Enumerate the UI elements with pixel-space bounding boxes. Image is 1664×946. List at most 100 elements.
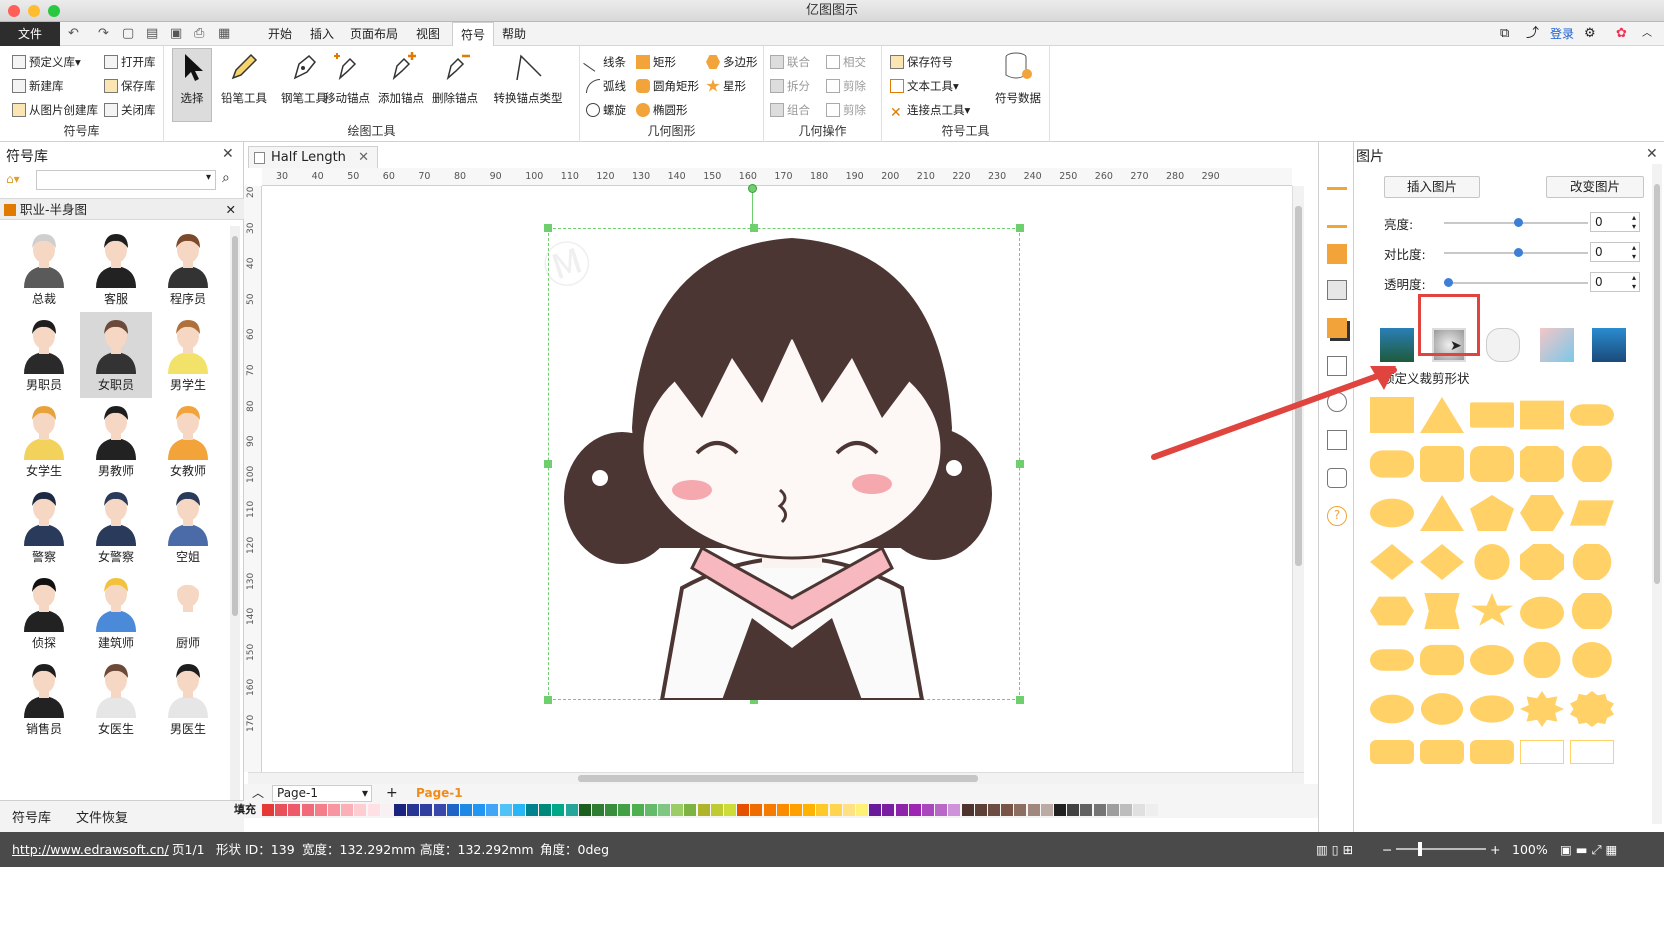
color-swatch[interactable] <box>1027 804 1040 816</box>
brightness-spinbox[interactable]: 0 ▴ ▾ <box>1590 212 1640 232</box>
color-swatch[interactable] <box>565 804 578 816</box>
save-icon[interactable]: ▣ <box>170 26 182 42</box>
polygon-shape-button[interactable]: 多边形 <box>706 52 758 72</box>
crop-shape-option[interactable] <box>1420 644 1464 676</box>
effect-washout-thumbnail[interactable] <box>1486 328 1520 362</box>
color-swatch[interactable] <box>737 804 750 816</box>
crop-shape-option[interactable] <box>1470 402 1514 428</box>
color-swatch[interactable] <box>948 804 961 816</box>
save-symbol-button[interactable]: 保存符号 <box>890 52 953 72</box>
color-swatch[interactable] <box>341 804 354 816</box>
theme-icon[interactable]: ✿ <box>1616 22 1627 46</box>
spin-arrows-icon[interactable]: ▴ ▾ <box>1632 243 1636 261</box>
color-swatch[interactable] <box>856 804 868 816</box>
color-swatch[interactable] <box>605 804 618 816</box>
color-swatch[interactable] <box>380 804 393 816</box>
delete-anchor-button[interactable]: 删除锚点 <box>424 50 486 106</box>
file-menu-button[interactable]: 文件 <box>0 22 60 46</box>
symbol-item[interactable]: 男教师 <box>80 398 152 484</box>
crop-shape-option[interactable] <box>1370 397 1414 433</box>
help-icon[interactable]: ? <box>1327 506 1347 526</box>
contrast-knob[interactable] <box>1514 248 1523 257</box>
view-mode-icon[interactable]: ▥ ▯ ⊞ <box>1316 832 1353 867</box>
canvas-vertical-scrollbar[interactable] <box>1292 186 1304 772</box>
panel-scrollbar[interactable] <box>1652 164 1662 824</box>
color-swatch[interactable] <box>526 804 538 816</box>
crop-shape-option[interactable] <box>1570 404 1614 426</box>
color-swatch[interactable] <box>1133 804 1146 816</box>
rounded-rectangle-shape-button[interactable]: 圆角矩形 <box>636 76 699 96</box>
crop-shape-option[interactable] <box>1520 740 1564 764</box>
crop-shape-option[interactable] <box>1570 740 1614 764</box>
trim-button[interactable]: 剪除 <box>826 100 866 120</box>
redo-icon[interactable]: ↷ <box>98 26 109 42</box>
color-swatch[interactable] <box>974 804 987 816</box>
close-tab-icon[interactable]: ✕ <box>358 147 369 169</box>
crop-shape-option[interactable] <box>1470 593 1514 626</box>
crop-shape-option[interactable] <box>1420 740 1464 764</box>
color-swatch[interactable] <box>433 804 446 816</box>
export-icon[interactable]: ▦ <box>218 26 230 42</box>
color-swatch[interactable] <box>644 804 657 816</box>
crop-shape-option[interactable] <box>1370 544 1414 580</box>
crop-shape-option[interactable] <box>1424 593 1460 629</box>
arc-shape-button[interactable]: 弧线 <box>586 76 626 96</box>
color-swatch[interactable] <box>512 804 525 816</box>
zoom-in-icon[interactable]: + <box>1490 832 1500 867</box>
crop-shape-option[interactable] <box>1571 593 1613 629</box>
color-swatch[interactable] <box>539 804 552 816</box>
drawing-canvas[interactable]: Ⓜ <box>262 184 1292 772</box>
crop-shape-option[interactable] <box>1520 544 1564 580</box>
symbol-item[interactable]: 女教师 <box>152 398 224 484</box>
move-anchor-button[interactable]: 移动锚点 <box>316 50 378 106</box>
color-swatch[interactable] <box>988 804 1000 816</box>
crop-shape-option[interactable] <box>1470 446 1514 482</box>
color-swatch[interactable] <box>1093 804 1106 816</box>
save-library-button[interactable]: 保存库 <box>104 76 156 96</box>
color-swatch[interactable] <box>420 804 433 816</box>
color-swatch[interactable] <box>473 804 486 816</box>
new-doc-icon[interactable]: ▢ <box>122 26 134 42</box>
color-swatch[interactable] <box>869 804 882 816</box>
color-swatch[interactable] <box>908 804 921 816</box>
menu-help[interactable]: 帮助 <box>494 22 534 46</box>
color-swatch[interactable] <box>895 804 908 816</box>
color-swatch[interactable] <box>684 804 697 816</box>
color-swatch[interactable] <box>935 804 948 816</box>
color-swatch[interactable] <box>354 804 367 816</box>
crop-shape-option[interactable] <box>1420 693 1464 725</box>
color-swatch[interactable] <box>1146 804 1159 816</box>
tab-symbol-library[interactable]: 符号库 <box>12 807 51 826</box>
crop-shape-option[interactable] <box>1370 596 1414 626</box>
color-swatch[interactable] <box>750 804 763 816</box>
add-anchor-button[interactable]: 添加锚点 <box>370 50 432 106</box>
color-swatch[interactable] <box>1054 804 1066 816</box>
zoom-window-button[interactable] <box>48 5 60 17</box>
crop-shape-option[interactable] <box>1420 495 1464 531</box>
crop-shape-option[interactable] <box>1370 740 1414 764</box>
color-swatch[interactable] <box>446 804 459 816</box>
connection-point-tool-button[interactable]: ✕ 连接点工具▾ <box>890 100 970 120</box>
symbol-item[interactable]: 销售员 <box>8 656 80 742</box>
convert-anchor-button[interactable]: 转换锚点类型 <box>482 50 574 106</box>
color-swatch[interactable] <box>552 804 565 816</box>
chevron-up-icon[interactable]: ︿ <box>252 784 264 802</box>
tab-file-recovery[interactable]: 文件恢复 <box>76 807 128 826</box>
color-swatch[interactable] <box>803 804 816 816</box>
zoom-level[interactable]: 100% <box>1512 832 1548 867</box>
rectangle-shape-button[interactable]: 矩形 <box>636 52 676 72</box>
symbol-item[interactable]: 客服 <box>80 226 152 312</box>
effect-mosaic-thumbnail[interactable] <box>1592 328 1626 362</box>
minimize-window-button[interactable] <box>28 5 40 17</box>
symbol-data-button[interactable]: 符号数据 <box>990 50 1046 106</box>
color-swatch[interactable] <box>460 804 472 816</box>
union-button[interactable]: 联合 <box>770 52 810 72</box>
color-swatch[interactable] <box>710 804 723 816</box>
menu-view[interactable]: 视图 <box>408 22 448 46</box>
crop-shape-option[interactable] <box>1572 544 1612 580</box>
color-swatch[interactable] <box>790 804 802 816</box>
crop-shape-option[interactable] <box>1520 596 1564 629</box>
crop-shape-option[interactable] <box>1523 642 1561 678</box>
color-swatch[interactable] <box>407 804 420 816</box>
subtract-button[interactable]: 剪除 <box>826 76 866 96</box>
